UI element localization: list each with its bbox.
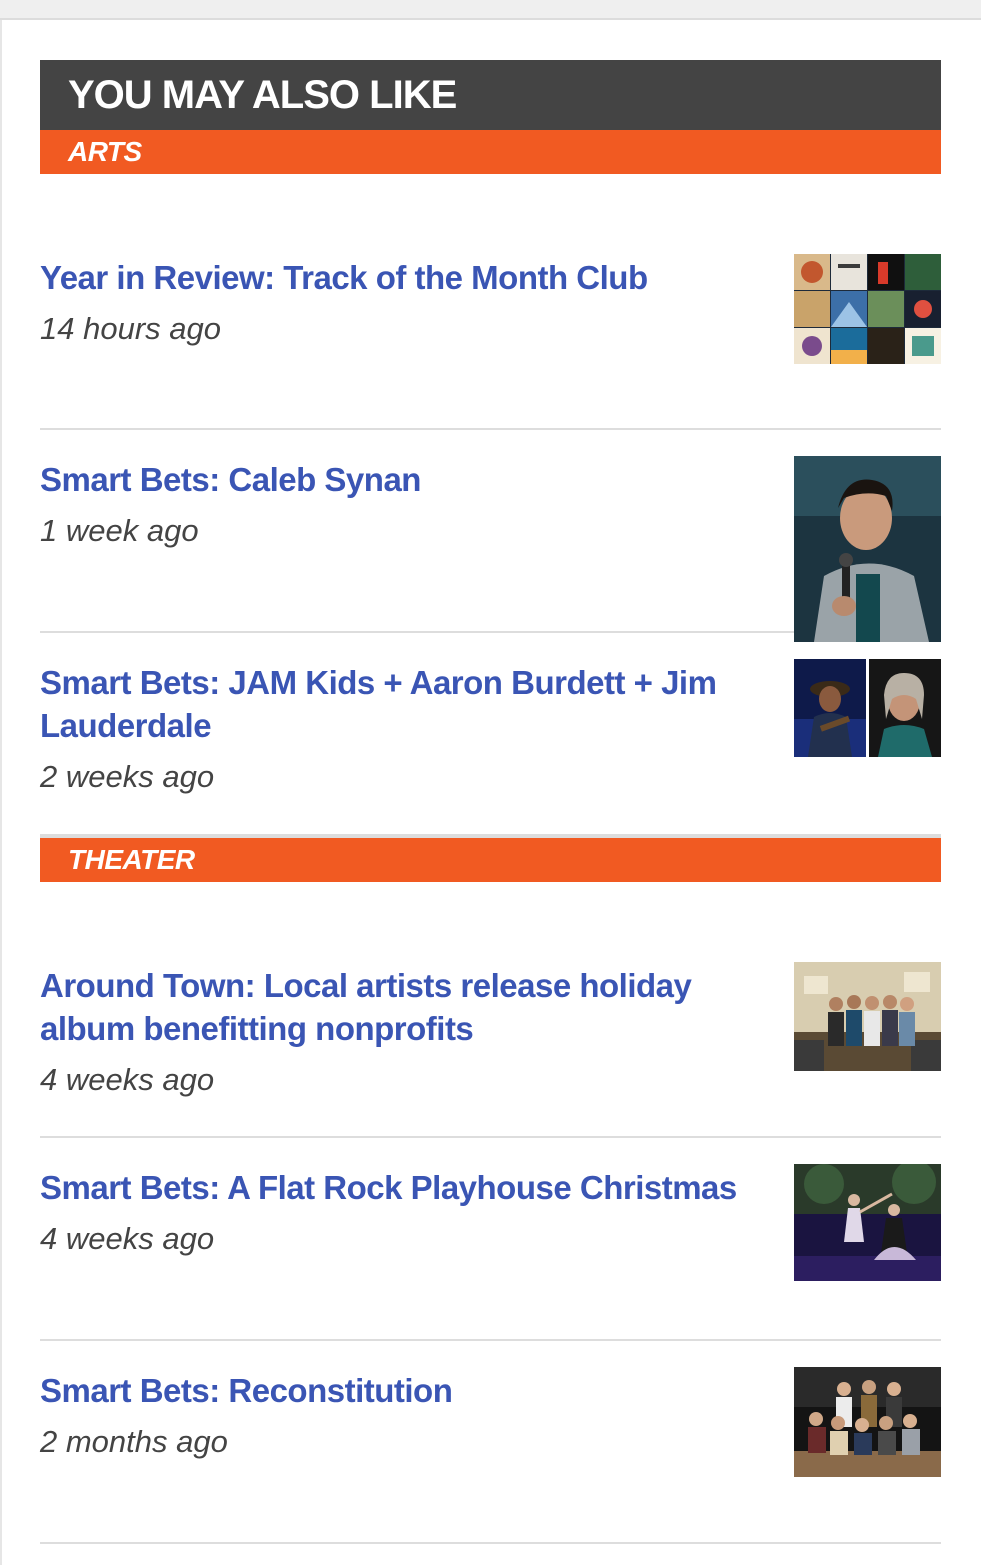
cast-group-photo-thumbnail[interactable]	[794, 1367, 941, 1477]
section-label-theater[interactable]: THEATER	[40, 836, 941, 882]
list-item: Smart Bets: Reconstitution 2 months ago	[40, 1341, 941, 1544]
musicians-portraits-thumbnail[interactable]	[794, 659, 941, 757]
article-link[interactable]: Smart Bets: Caleb Synan	[40, 458, 780, 501]
timestamp: 1 week ago	[40, 513, 199, 548]
browser-top-strip	[0, 0, 981, 20]
section-label-arts[interactable]: ARTS	[40, 130, 941, 174]
list-item: Year in Review: Track of the Month Club …	[40, 174, 941, 430]
list-item: Smart Bets: Caleb Synan 1 week ago	[40, 430, 941, 642]
timestamp: 4 weeks ago	[40, 1221, 215, 1256]
page-left-border	[0, 20, 2, 1565]
article-link[interactable]: Smart Bets: A Flat Rock Playhouse Christ…	[40, 1166, 780, 1209]
comedian-with-microphone-thumbnail[interactable]	[794, 456, 941, 642]
timestamp: 4 weeks ago	[40, 1062, 215, 1097]
group-photo-studio-thumbnail[interactable]	[794, 962, 941, 1071]
module-title: YOU MAY ALSO LIKE	[40, 60, 941, 130]
article-link[interactable]: Smart Bets: JAM Kids + Aaron Burdett + J…	[40, 661, 780, 747]
article-link[interactable]: Smart Bets: Reconstitution	[40, 1369, 780, 1412]
article-link[interactable]: Year in Review: Track of the Month Club	[40, 256, 780, 299]
timestamp: 14 hours ago	[40, 311, 221, 346]
album-collage-thumbnail[interactable]	[794, 254, 941, 364]
list-item: Around Town: Local artists release holid…	[40, 882, 941, 1138]
timestamp: 2 weeks ago	[40, 759, 215, 794]
dancers-stage-thumbnail[interactable]	[794, 1164, 941, 1281]
timestamp: 2 months ago	[40, 1424, 228, 1459]
article-link[interactable]: Around Town: Local artists release holid…	[40, 964, 780, 1050]
you-may-also-like-module: YOU MAY ALSO LIKE ARTS Year in Review: T…	[40, 60, 941, 1544]
list-item: Smart Bets: A Flat Rock Playhouse Christ…	[40, 1138, 941, 1341]
list-item: Smart Bets: JAM Kids + Aaron Burdett + J…	[40, 633, 941, 836]
